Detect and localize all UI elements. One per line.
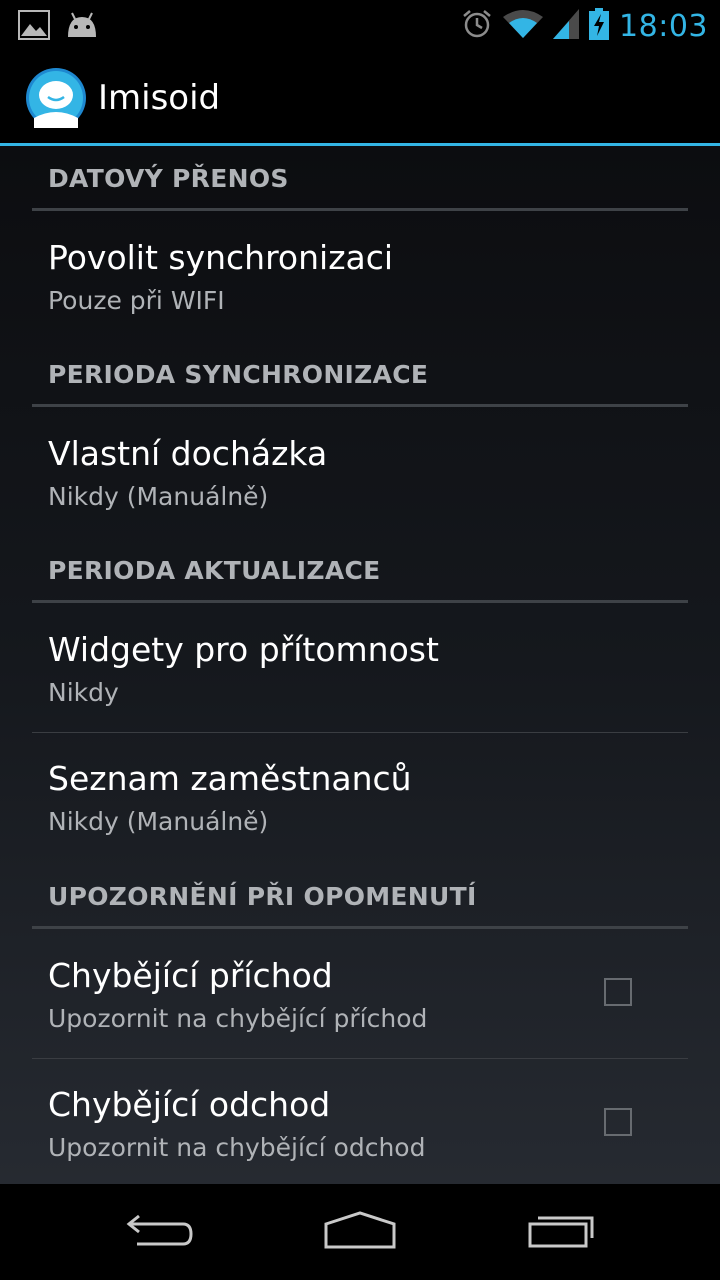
pref-summary: Nikdy (Manuálně)	[48, 482, 269, 511]
system-icons: 18:03	[461, 6, 708, 46]
category-header: PERIODA SYNCHRONIZACE	[32, 360, 688, 407]
pref-summary: Pouze při WIFI	[48, 286, 225, 315]
action-bar: Imisoid	[0, 50, 720, 146]
pref-summary: Nikdy	[48, 678, 119, 707]
recents-icon	[526, 1210, 598, 1254]
alarm-icon	[461, 8, 493, 44]
pref-title: Chybějící příchod	[48, 956, 333, 995]
pref-own-attendance[interactable]: Vlastní docházka Nikdy (Manuálně)	[32, 404, 688, 532]
notification-icons	[18, 10, 100, 44]
pref-summary: Upozornit na chybějící odchod	[48, 1133, 426, 1162]
home-icon	[323, 1210, 397, 1254]
navigation-bar	[0, 1184, 720, 1280]
imisoid-app-icon[interactable]	[26, 68, 86, 128]
preferences-list: DATOVÝ PŘENOS Povolit synchronizaci Pouz…	[0, 146, 720, 1184]
pref-employee-list[interactable]: Seznam zaměstnanců Nikdy (Manuálně)	[32, 733, 688, 861]
app-title: Imisoid	[98, 78, 221, 118]
category-title: DATOVÝ PŘENOS	[48, 164, 289, 193]
category-title: UPOZORNĚNÍ PŘI OPOMENUTÍ	[48, 882, 477, 911]
recents-button[interactable]	[512, 1206, 612, 1258]
category-header: DATOVÝ PŘENOS	[32, 164, 688, 211]
gallery-icon	[18, 10, 50, 44]
pref-sync-enable[interactable]: Povolit synchronizaci Pouze při WIFI	[32, 208, 688, 336]
category-header: PERIODA AKTUALIZACE	[32, 556, 688, 603]
wifi-icon	[503, 9, 544, 43]
home-button[interactable]	[310, 1206, 410, 1258]
missing-departure-checkbox[interactable]	[604, 1108, 632, 1136]
category-header: UPOZORNĚNÍ PŘI OPOMENUTÍ	[32, 882, 688, 929]
pref-summary: Upozornit na chybějící příchod	[48, 1004, 428, 1033]
pref-summary: Nikdy (Manuálně)	[48, 807, 269, 836]
category-title: PERIODA SYNCHRONIZACE	[48, 360, 429, 389]
back-button[interactable]	[110, 1206, 210, 1258]
pref-title: Vlastní docházka	[48, 434, 328, 473]
battery-charging-icon	[589, 8, 610, 44]
missing-arrival-checkbox[interactable]	[604, 978, 632, 1006]
pref-title: Povolit synchronizaci	[48, 238, 394, 277]
status-bar: 18:03	[0, 0, 720, 50]
pref-missing-departure[interactable]: Chybějící odchod Upozornit na chybějící …	[32, 1059, 688, 1184]
pref-presence-widgets[interactable]: Widgety pro přítomnost Nikdy	[32, 600, 688, 732]
pref-missing-arrival[interactable]: Chybějící příchod Upozornit na chybějící…	[32, 926, 688, 1058]
pref-title: Seznam zaměstnanců	[48, 759, 412, 798]
pref-title: Widgety pro přítomnost	[48, 630, 439, 669]
signal-icon	[553, 9, 580, 43]
android-icon	[64, 11, 100, 43]
clock: 18:03	[619, 8, 708, 44]
back-icon	[125, 1212, 195, 1252]
pref-title: Chybějící odchod	[48, 1085, 331, 1124]
category-title: PERIODA AKTUALIZACE	[48, 556, 381, 585]
